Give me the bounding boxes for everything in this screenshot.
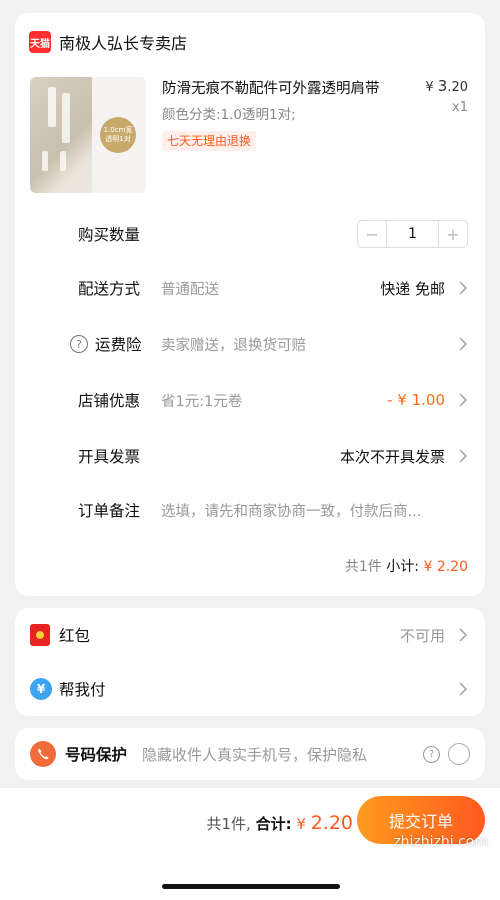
home-indicator[interactable] <box>162 884 340 889</box>
number-protection-radio[interactable] <box>448 743 470 765</box>
help-pay-icon: ¥ <box>30 678 52 700</box>
insurance-label: 运费险 <box>95 336 142 354</box>
subtotal: 共1件 小计: ¥ 2.20 <box>345 556 468 576</box>
delivery-label: 配送方式 <box>78 280 141 298</box>
watermark: zhizhizhi.com <box>393 834 488 850</box>
quantity-value[interactable]: 1 <box>386 221 439 247</box>
chevron-right-icon <box>459 337 468 351</box>
product-price: ¥ 3.20 <box>425 77 468 95</box>
shipping-insurance-row[interactable]: ? 运费险 卖家赠送，退换货可赔 <box>15 331 485 357</box>
store-order-card: 天猫 南极人弘长专卖店 1.0cm宽 透明1对 防滑无痕不勒配件可外露透明肩带 … <box>15 13 485 596</box>
checkout-bar: 共1件, 合计: ¥ 2.20 提交订单 zhizhizhi.com <box>0 788 500 900</box>
decrease-button[interactable]: − <box>358 221 386 247</box>
redpacket-row[interactable]: 红包 不可用 <box>15 622 485 648</box>
order-note-label: 订单备注 <box>78 502 141 520</box>
quantity-label: 购买数量 <box>78 226 141 244</box>
chevron-right-icon <box>459 281 468 295</box>
insurance-value: 卖家赠送，退换货可赔 <box>161 337 306 354</box>
increase-button[interactable]: + <box>439 221 467 247</box>
number-protection-card: 号码保护 隐藏收件人真实手机号，保护隐私 ? <box>15 728 485 780</box>
number-protection-label: 号码保护 <box>65 746 128 764</box>
invoice-row[interactable]: 开具发票 本次不开具发票 <box>15 443 485 469</box>
help-pay-label: 帮我付 <box>59 681 106 699</box>
number-protection-row[interactable]: 号码保护 隐藏收件人真实手机号，保护隐私 ? <box>15 741 485 767</box>
subtotal-count: 共1件 <box>344 559 382 575</box>
delivery-row[interactable]: 配送方式 普通配送 快递 免邮 <box>15 275 485 301</box>
order-note-input[interactable]: 选填，请先和商家协商一致，付款后商... <box>161 500 421 521</box>
tmall-logo-icon: 天猫 <box>29 31 51 53</box>
product-size-badge: 1.0cm宽 透明1对 <box>100 117 136 153</box>
store-name[interactable]: 南极人弘长专卖店 <box>59 30 187 54</box>
help-pay-row[interactable]: ¥ 帮我付 <box>15 676 485 702</box>
store-header[interactable]: 天猫 南极人弘长专卖店 <box>29 29 187 55</box>
shop-discount-label: 店铺优惠 <box>78 392 141 410</box>
total-amount: ¥ 2.20 <box>296 812 353 834</box>
chevron-right-icon <box>459 628 468 642</box>
invoice-value: 本次不开具发票 <box>339 447 445 466</box>
product-quantity: x1 <box>452 100 468 115</box>
order-note-row: 订单备注 选填，请先和商家协商一致，付款后商... <box>15 497 485 523</box>
product-image[interactable]: 1.0cm宽 透明1对 <box>30 77 146 193</box>
help-icon[interactable]: ? <box>423 745 440 763</box>
total-count: 共1件, <box>206 815 251 833</box>
phone-shield-icon <box>30 741 56 767</box>
chevron-right-icon <box>459 449 468 463</box>
product-spec[interactable]: 颜色分类:1.0透明1对; <box>162 103 296 123</box>
chevron-right-icon <box>459 393 468 407</box>
quantity-stepper: − 1 + <box>357 220 468 248</box>
shop-discount-row[interactable]: 店铺优惠 省1元:1元卷 - ¥ 1.00 <box>15 387 485 413</box>
chevron-right-icon <box>459 682 468 696</box>
invoice-label: 开具发票 <box>78 448 141 466</box>
payment-options-card: 红包 不可用 ¥ 帮我付 <box>15 608 485 716</box>
number-protection-desc: 隐藏收件人真实手机号，保护隐私 <box>142 745 368 764</box>
delivery-fee: 快递 免邮 <box>380 279 445 298</box>
red-packet-icon <box>30 624 50 646</box>
subtotal-label: 小计: <box>386 559 420 575</box>
order-total: 共1件, 合计: ¥ 2.20 <box>207 812 354 834</box>
redpacket-label: 红包 <box>59 627 91 645</box>
total-label: 合计: <box>255 815 292 833</box>
return-policy-tag: 七天无理由退换 <box>162 131 257 151</box>
product-title[interactable]: 防滑无痕不勒配件可外露透明肩带 <box>162 77 380 98</box>
help-icon[interactable]: ? <box>70 335 88 353</box>
shop-discount-amount: - ¥ 1.00 <box>387 391 445 409</box>
delivery-method: 普通配送 <box>161 281 219 298</box>
subtotal-amount: ¥ 2.20 <box>423 559 468 575</box>
quantity-row: 购买数量 − 1 + <box>15 220 485 248</box>
redpacket-status: 不可用 <box>399 626 445 645</box>
shop-discount-desc: 省1元:1元卷 <box>161 393 243 410</box>
